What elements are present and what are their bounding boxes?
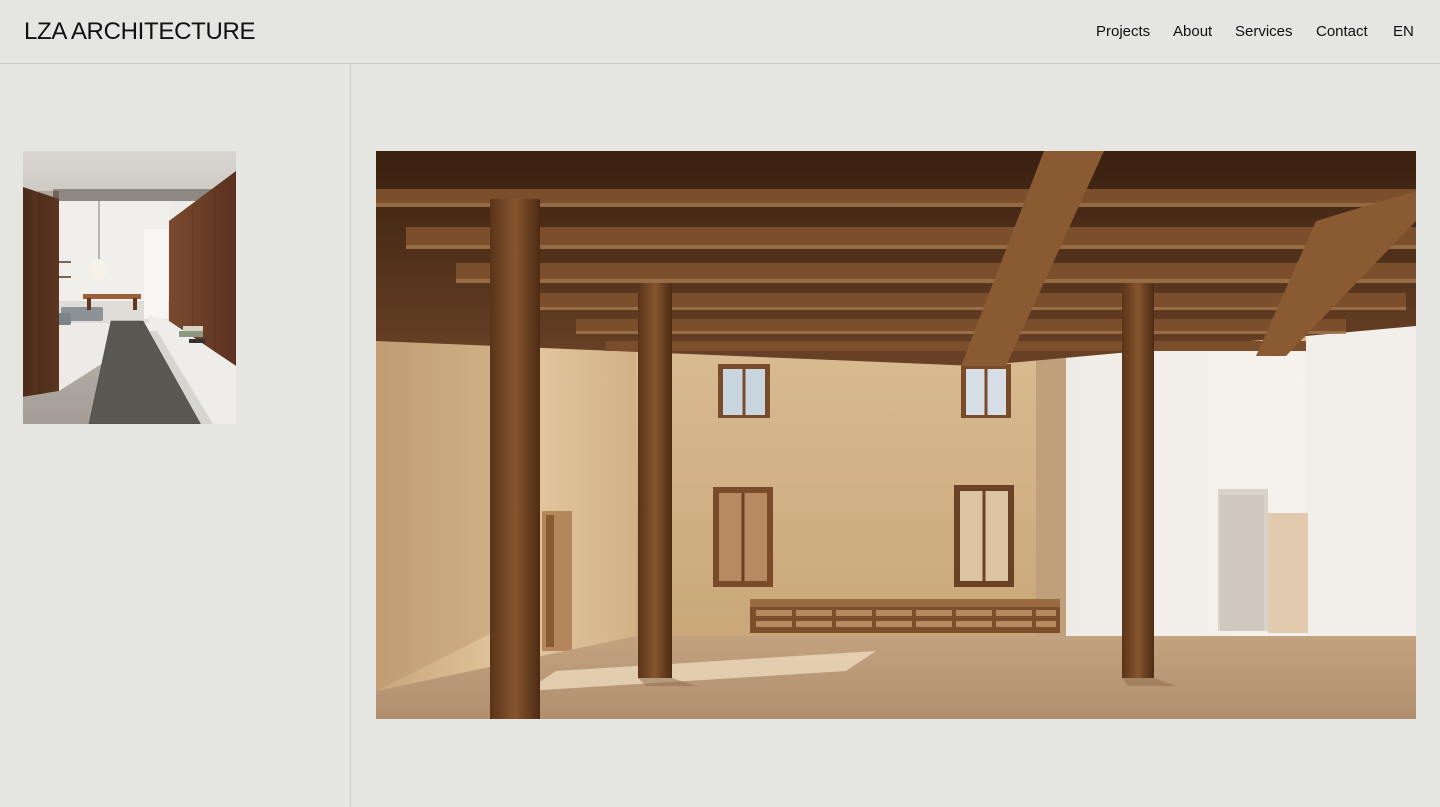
corridor-photo	[23, 151, 236, 424]
logo[interactable]: LZA ARCHITECTURE	[24, 17, 256, 47]
column-divider	[350, 64, 351, 807]
nav-about[interactable]: About	[1173, 21, 1212, 43]
site-header: LZA ARCHITECTURE Projects About Services…	[0, 0, 1440, 64]
hero-image	[376, 151, 1416, 719]
nav-language[interactable]: EN	[1393, 21, 1414, 43]
nav-contact[interactable]: Contact	[1316, 21, 1368, 43]
nav-services[interactable]: Services	[1235, 21, 1293, 43]
page: LZA ARCHITECTURE Projects About Services…	[0, 0, 1440, 807]
barn-interior-photo	[376, 151, 1416, 719]
project-thumbnail[interactable]	[23, 151, 236, 424]
nav-projects[interactable]: Projects	[1096, 21, 1150, 43]
